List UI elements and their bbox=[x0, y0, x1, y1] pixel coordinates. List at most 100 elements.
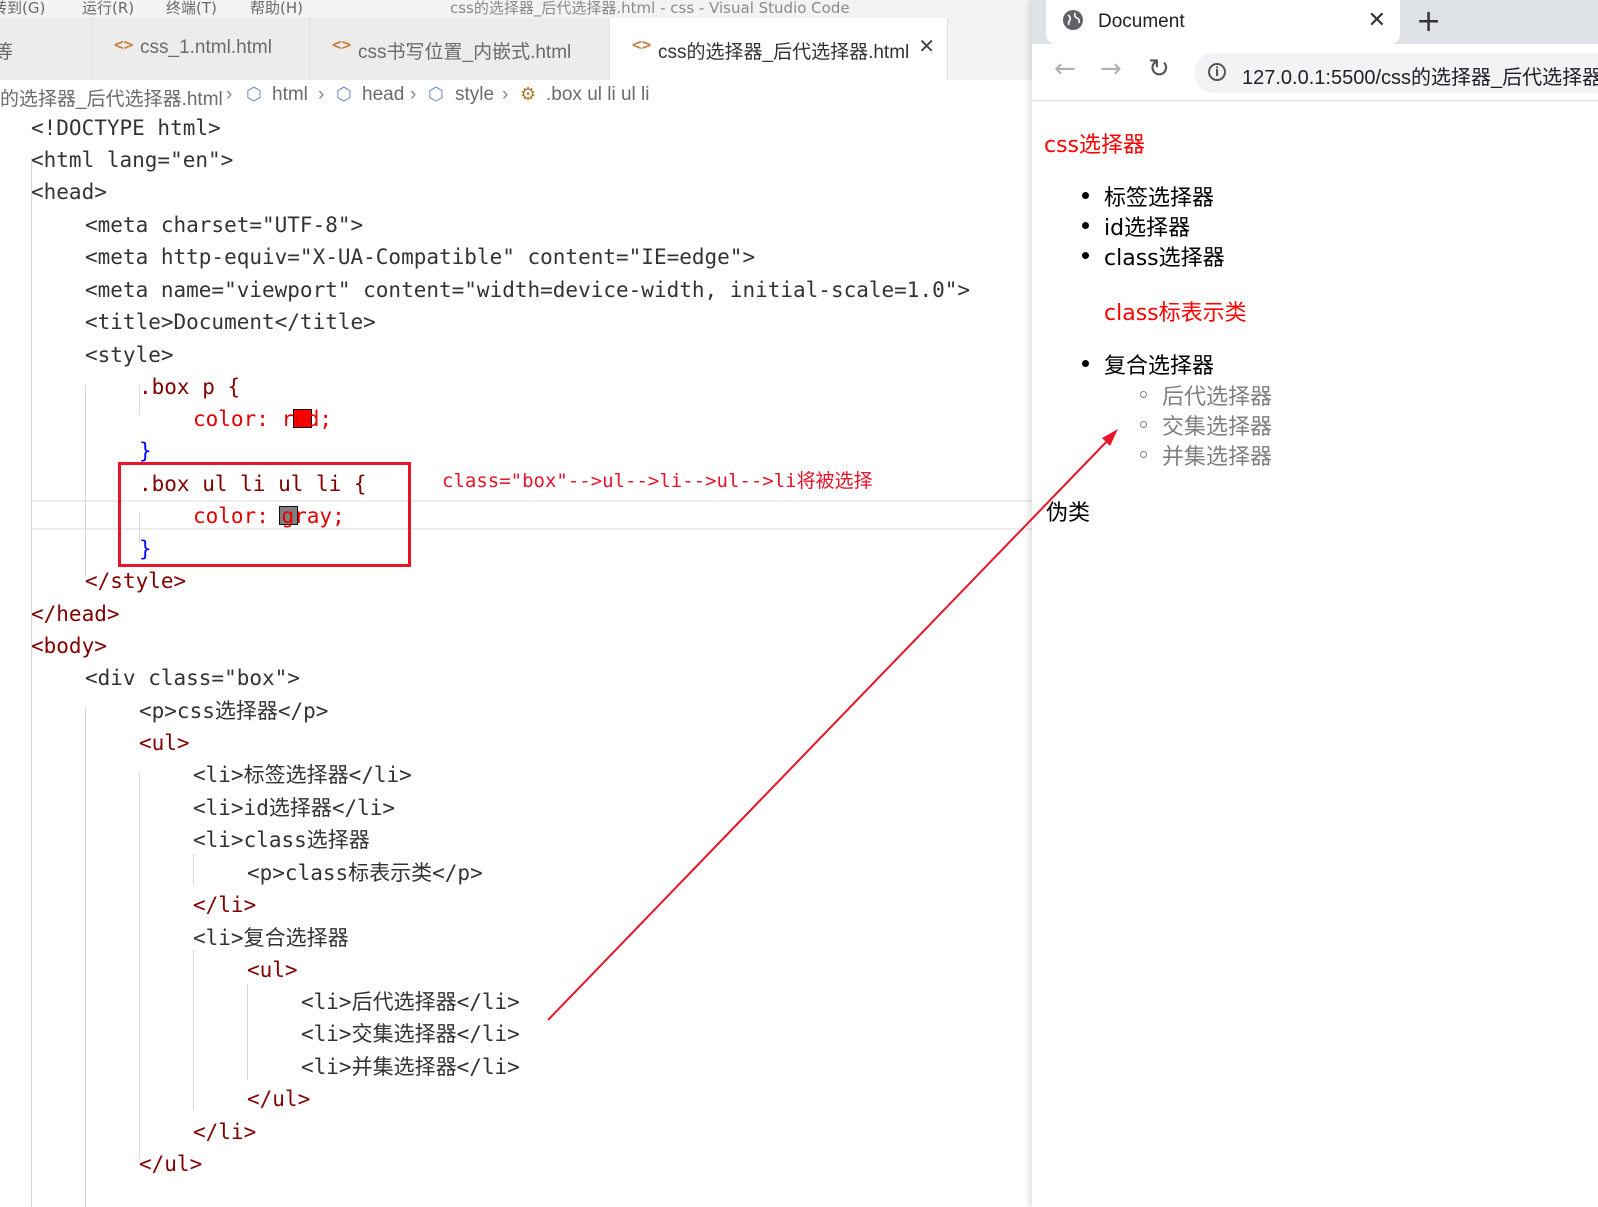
code-line: <p>class标表示类</p> bbox=[247, 861, 483, 885]
selector-icon: ⚙ bbox=[520, 84, 537, 104]
bullet bbox=[1140, 421, 1147, 428]
code-line: <li>后代选择器</li> bbox=[301, 990, 520, 1014]
html-file-icon: <> bbox=[114, 35, 134, 54]
window-title: css的选择器_后代选择器.html - css - Visual Studio… bbox=[450, 0, 850, 17]
code-line: <!DOCTYPE html> bbox=[31, 116, 221, 140]
breadcrumb-style[interactable]: style bbox=[455, 84, 494, 106]
plus-icon[interactable]: + bbox=[1416, 4, 1441, 39]
code-line: <li>复合选择器 bbox=[193, 926, 349, 950]
code-line: </head> bbox=[31, 602, 120, 626]
indent-guide bbox=[85, 707, 86, 1207]
close-icon[interactable]: ✕ bbox=[1368, 8, 1386, 33]
code-line: <head> bbox=[31, 180, 107, 204]
tab-label: css书写位置_内嵌式.html bbox=[358, 42, 572, 63]
indent-guide bbox=[193, 854, 194, 884]
list-item: class选择器 bbox=[1104, 246, 1225, 271]
tab-css-inline[interactable]: <> css书写位置_内嵌式.html bbox=[310, 18, 610, 80]
back-arrow-icon[interactable]: ← bbox=[1054, 54, 1076, 84]
code-line: </li> bbox=[193, 1120, 257, 1144]
page-viewport: css选择器 标签选择器 id选择器 class选择器 class标表示类 复合… bbox=[1032, 101, 1598, 1207]
indent-guide bbox=[31, 158, 32, 1207]
code-line: <li>标签选择器</li> bbox=[193, 763, 412, 787]
annotation-highlight-box bbox=[118, 462, 411, 567]
cube-icon: ⬡ bbox=[336, 84, 352, 104]
browser-tab[interactable]: Document ✕ bbox=[1046, 0, 1400, 44]
code-line: <meta http-equiv="X-UA-Compatible" conte… bbox=[85, 245, 756, 269]
sub-list-item: 后代选择器 bbox=[1162, 385, 1273, 410]
breadcrumb-html[interactable]: html bbox=[272, 84, 308, 106]
tab-label: 等 bbox=[0, 42, 14, 63]
tab-previous[interactable]: 等 bbox=[0, 18, 92, 80]
code-line: <html lang="en"> bbox=[31, 148, 234, 172]
menu-bar: 转到(G) 运行(R) 终端(T) 帮助(H) css的选择器_后代选择器.ht… bbox=[0, 0, 1052, 18]
browser-window: Document ✕ + ← → ↻ i 127.0.0.1:5500/css的… bbox=[1032, 0, 1598, 1207]
code-line: <ul> bbox=[139, 731, 190, 755]
forward-arrow-icon[interactable]: → bbox=[1100, 54, 1122, 84]
bullet bbox=[1082, 222, 1089, 229]
code-line: </ul> bbox=[247, 1087, 311, 1111]
menu-help[interactable]: 帮助(H) bbox=[250, 0, 303, 18]
vscode-window: 转到(G) 运行(R) 终端(T) 帮助(H) css的选择器_后代选择器.ht… bbox=[0, 0, 1052, 1207]
indent-guide bbox=[247, 984, 248, 1080]
code-line: <meta charset="UTF-8"> bbox=[85, 213, 364, 237]
menu-goto[interactable]: 转到(G) bbox=[0, 0, 45, 18]
bullet bbox=[1082, 252, 1089, 259]
tab-label: css的选择器_后代选择器.html bbox=[658, 42, 910, 63]
chevron-right-icon: › bbox=[502, 84, 509, 105]
code-line: </ul> bbox=[139, 1152, 203, 1176]
annotation-text: class="box"-->ul-->li-->ul-->li将被选择 bbox=[442, 470, 873, 492]
breadcrumb-selector[interactable]: .box ul li ul li bbox=[546, 84, 650, 106]
code-editor[interactable]: <!DOCTYPE html> <html lang="en"> <head> … bbox=[0, 112, 1052, 1207]
code-line: <meta name="viewport" content="width=dev… bbox=[85, 278, 971, 302]
url-text: 127.0.0.1:5500/css的选择器_后代选择器.html bbox=[1242, 67, 1598, 89]
breadcrumb-file[interactable]: 的选择器_后代选择器.html bbox=[0, 84, 223, 111]
code-line: </style> bbox=[85, 569, 187, 593]
bullet bbox=[1140, 451, 1147, 458]
cube-icon: ⬡ bbox=[246, 84, 262, 104]
chevron-right-icon: › bbox=[226, 84, 233, 105]
address-bar[interactable]: i 127.0.0.1:5500/css的选择器_后代选择器.html bbox=[1194, 53, 1598, 93]
close-icon[interactable]: ✕ bbox=[918, 34, 935, 59]
globe-icon bbox=[1063, 10, 1083, 30]
chevron-right-icon: › bbox=[318, 84, 325, 105]
breadcrumb-head[interactable]: head bbox=[362, 84, 404, 106]
info-icon[interactable]: i bbox=[1208, 63, 1226, 81]
code-line: <p>css选择器</p> bbox=[139, 699, 329, 723]
tab-css-1[interactable]: <> css_1.ntml.html bbox=[92, 18, 310, 80]
code-line: .box p { bbox=[139, 375, 241, 399]
bullet bbox=[1082, 360, 1089, 367]
sub-list-item: 并集选择器 bbox=[1162, 445, 1273, 470]
breadcrumb: 的选择器_后代选择器.html › ⬡ html › ⬡ head › ⬡ st… bbox=[0, 80, 1052, 112]
chevron-right-icon: › bbox=[410, 84, 417, 105]
sub-list-item: 交集选择器 bbox=[1162, 415, 1273, 440]
code-line: <title>Document</title> bbox=[85, 310, 376, 334]
class-note-text: class标表示类 bbox=[1104, 301, 1247, 326]
menu-run[interactable]: 运行(R) bbox=[82, 0, 134, 18]
browser-tab-title: Document bbox=[1098, 11, 1185, 32]
browser-toolbar: ← → ↻ i 127.0.0.1:5500/css的选择器_后代选择器.htm… bbox=[1032, 44, 1598, 101]
code-line: <li>交集选择器</li> bbox=[301, 1022, 520, 1046]
html-file-icon: <> bbox=[332, 35, 352, 54]
code-line: <li>class选择器 bbox=[193, 828, 370, 852]
indent-guide bbox=[139, 772, 140, 1159]
indent-guide bbox=[193, 950, 194, 1110]
list-item: id选择器 bbox=[1104, 216, 1191, 241]
editor-tab-bar: 等 <> css_1.ntml.html <> css书写位置_内嵌式.html… bbox=[0, 18, 1052, 80]
code-line: <div class="box"> bbox=[85, 666, 300, 690]
code-line: <ul> bbox=[247, 958, 298, 982]
code-line: <li>id选择器</li> bbox=[193, 796, 396, 820]
menu-terminal[interactable]: 终端(T) bbox=[166, 0, 217, 18]
code-line: <style> bbox=[85, 343, 174, 367]
html-file-icon: <> bbox=[632, 35, 652, 54]
code-line: <li>并集选择器</li> bbox=[301, 1055, 520, 1079]
trailing-text: 伪类 bbox=[1046, 501, 1091, 526]
browser-tab-strip: Document ✕ + bbox=[1032, 0, 1598, 44]
code-line: </li> bbox=[193, 893, 257, 917]
code-line: <body> bbox=[31, 634, 107, 658]
tab-css-descendant[interactable]: <> css的选择器_后代选择器.html ✕ bbox=[610, 18, 948, 80]
heading-text: css选择器 bbox=[1044, 133, 1146, 158]
list-item: 复合选择器 bbox=[1104, 354, 1215, 379]
list-item: 标签选择器 bbox=[1104, 186, 1215, 211]
reload-icon[interactable]: ↻ bbox=[1148, 54, 1170, 84]
cube-icon: ⬡ bbox=[428, 84, 444, 104]
